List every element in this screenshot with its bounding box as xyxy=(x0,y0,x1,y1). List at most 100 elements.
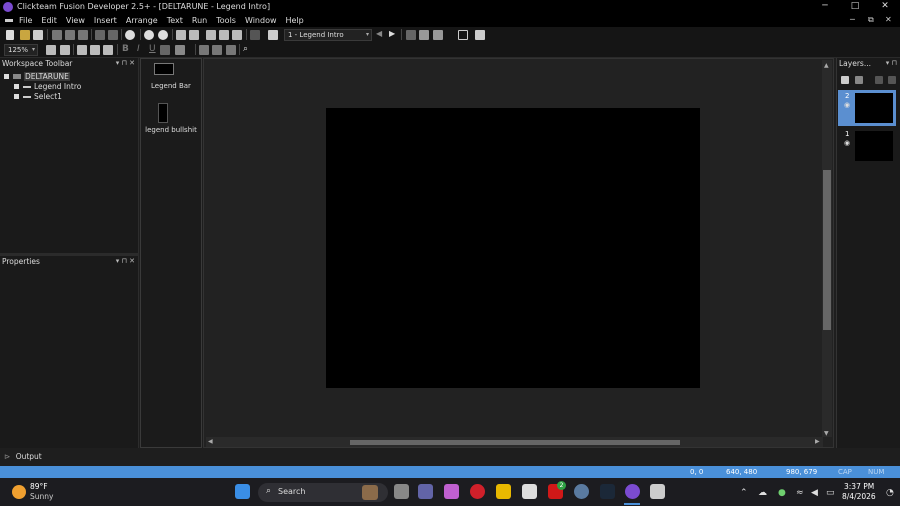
delete-layer-icon[interactable] xyxy=(855,76,863,84)
align-icon[interactable] xyxy=(406,30,416,40)
weather-icon[interactable] xyxy=(12,485,26,499)
panel-controls[interactable]: ▾ ⊓ ✕ xyxy=(116,256,135,267)
redo-icon[interactable] xyxy=(108,30,118,40)
show-grid-icon[interactable] xyxy=(60,45,70,55)
tools-icon[interactable] xyxy=(103,45,113,55)
file-explorer-icon[interactable] xyxy=(496,484,511,499)
scroll-down-icon[interactable]: ▼ xyxy=(824,430,829,437)
notification-bell-icon[interactable]: ◔ xyxy=(886,488,894,498)
opera-icon[interactable] xyxy=(470,484,485,499)
menu-tools[interactable]: Tools xyxy=(216,16,236,25)
clock-time[interactable]: 3:37 PM xyxy=(844,482,874,491)
snap-icon[interactable] xyxy=(46,45,56,55)
eye-icon[interactable]: ◉ xyxy=(844,139,850,147)
event-list-icon[interactable] xyxy=(219,30,229,40)
save-icon[interactable] xyxy=(33,30,43,40)
clickteam-fusion-icon[interactable] xyxy=(625,484,640,499)
event-editor-icon[interactable] xyxy=(206,30,216,40)
menu-insert[interactable]: Insert xyxy=(94,16,117,25)
object-label[interactable]: legend bullshit xyxy=(141,124,201,136)
cut-icon[interactable] xyxy=(52,30,62,40)
forward-icon[interactable] xyxy=(158,30,168,40)
scroll-left-icon[interactable]: ◀ xyxy=(208,438,213,445)
microphone-icon[interactable]: ● xyxy=(778,488,786,498)
mdi-close-button[interactable]: ✕ xyxy=(885,13,892,27)
app-window-icon[interactable] xyxy=(650,484,665,499)
align-center-icon[interactable] xyxy=(212,45,222,55)
menu-window[interactable]: Window xyxy=(245,16,277,25)
grid-setup-icon[interactable] xyxy=(77,45,87,55)
settings-icon[interactable] xyxy=(574,484,589,499)
maximize-button[interactable]: □ xyxy=(840,0,870,13)
menu-arrange[interactable]: Arrange xyxy=(126,16,158,25)
copilot-icon[interactable] xyxy=(444,484,459,499)
font-icon[interactable] xyxy=(160,45,170,55)
layer-row[interactable]: 2 ◉ xyxy=(838,90,896,126)
underline-button[interactable]: U xyxy=(149,44,156,54)
previous-frame-icon[interactable]: ◀ xyxy=(376,29,382,38)
clock-date[interactable]: 8/4/2026 xyxy=(842,492,876,501)
mdi-minimize-button[interactable]: ─ xyxy=(850,13,855,27)
close-button[interactable]: ✕ xyxy=(870,0,900,13)
data-elements-icon[interactable] xyxy=(232,30,242,40)
layer-row[interactable]: 1 ◉ xyxy=(838,128,896,164)
undo-icon[interactable] xyxy=(95,30,105,40)
menu-file[interactable]: File xyxy=(19,16,32,25)
horizontal-scrollbar-thumb[interactable] xyxy=(350,440,680,445)
open-folder-icon[interactable] xyxy=(20,30,30,40)
scroll-up-icon[interactable]: ▲ xyxy=(824,62,829,69)
expand-icon[interactable] xyxy=(14,94,19,99)
wifi-icon[interactable]: ≈ xyxy=(796,488,804,498)
legend-bar-object-icon[interactable] xyxy=(154,63,174,75)
next-frame-icon[interactable]: ▶ xyxy=(389,29,395,38)
zoom-selector[interactable]: 125% ▾ xyxy=(4,44,38,56)
frame-editor-icon[interactable] xyxy=(189,30,199,40)
cloud-icon[interactable]: ☁ xyxy=(758,488,767,498)
copy-icon[interactable] xyxy=(65,30,75,40)
menu-help[interactable]: Help xyxy=(286,16,304,25)
chevron-up-icon[interactable]: ⌃ xyxy=(740,488,748,498)
back-icon[interactable] xyxy=(144,30,154,40)
tree-item-frame[interactable]: Select1 xyxy=(14,92,62,101)
tree-item-application[interactable]: DELTARUNE xyxy=(4,72,70,81)
help-icon[interactable] xyxy=(125,30,135,40)
run-frame-icon[interactable] xyxy=(268,30,278,40)
hide-layer-icon[interactable] xyxy=(875,76,883,84)
vertical-scrollbar-thumb[interactable] xyxy=(823,170,831,330)
object-label[interactable]: Legend Bar xyxy=(141,80,201,92)
task-view-icon[interactable] xyxy=(394,484,409,499)
mdi-restore-button[interactable]: ⧉ xyxy=(868,13,874,27)
scroll-right-icon[interactable]: ▶ xyxy=(815,438,820,445)
menu-run[interactable]: Run xyxy=(192,16,207,25)
grid-icon[interactable] xyxy=(419,30,429,40)
new-file-icon[interactable] xyxy=(6,30,14,40)
menu-edit[interactable]: Edit xyxy=(41,16,57,25)
eye-icon[interactable]: ◉ xyxy=(844,101,850,109)
bold-button[interactable]: B xyxy=(122,44,129,54)
storyboard-icon[interactable] xyxy=(176,30,186,40)
start-icon[interactable] xyxy=(235,484,250,499)
align-right-icon[interactable] xyxy=(226,45,236,55)
tree-item-frame[interactable]: Legend Intro xyxy=(14,82,81,91)
expand-icon[interactable] xyxy=(14,84,19,89)
battery-icon[interactable]: ▭ xyxy=(826,488,835,498)
menu-view[interactable]: View xyxy=(66,16,85,25)
volume-icon[interactable]: ◀ xyxy=(811,488,818,498)
output-tab[interactable]: ⊳ Output xyxy=(0,449,139,466)
layout-icon[interactable] xyxy=(90,45,100,55)
add-layer-icon[interactable] xyxy=(841,76,849,84)
system-menu-icon[interactable] xyxy=(5,18,13,22)
steam-icon[interactable] xyxy=(600,484,615,499)
frame-canvas[interactable] xyxy=(326,108,700,388)
store-icon[interactable] xyxy=(522,484,537,499)
lock-layer-icon[interactable] xyxy=(888,76,896,84)
toggle-icon[interactable] xyxy=(458,30,468,40)
italic-button[interactable]: I xyxy=(137,44,140,54)
minimize-button[interactable]: ─ xyxy=(810,0,840,13)
teams-icon[interactable] xyxy=(418,484,433,499)
run-application-icon[interactable] xyxy=(250,30,260,40)
text-align-icon[interactable] xyxy=(175,45,185,55)
frame-selector[interactable]: 1 - Legend Intro ▾ xyxy=(284,29,372,41)
collapse-icon[interactable] xyxy=(4,74,9,79)
align-left-icon[interactable] xyxy=(199,45,209,55)
